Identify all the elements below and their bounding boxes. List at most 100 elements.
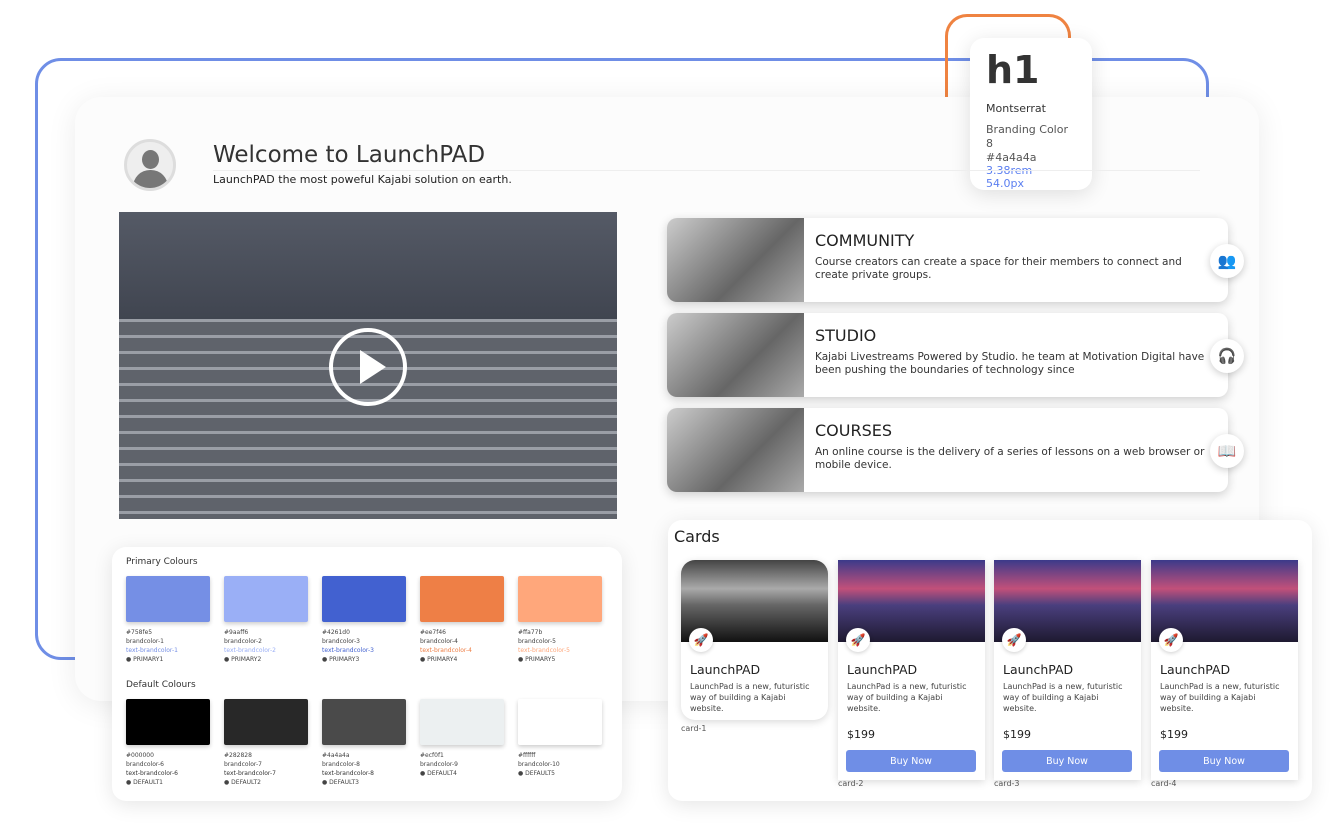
primary-colours-heading: Primary Colours: [126, 557, 198, 567]
primary-swatches: #758fe5 brandcolor-1 text-brandcolor-1 ●…: [126, 576, 608, 664]
swatch-color: [518, 699, 602, 745]
swatch-tag: ● DEFAULT1: [126, 778, 210, 787]
color-swatch: #ffffff brandcolor-10 ● DEFAULT5: [518, 699, 602, 787]
swatch-tag: ● DEFAULT3: [322, 778, 406, 787]
card-text: LaunchPad is a new, futuristic way of bu…: [1160, 682, 1280, 713]
swatch-tag-label: PRIMARY2: [231, 656, 262, 663]
swatch-tag-label: DEFAULT3: [329, 779, 359, 786]
color-hex: #4a4a4a: [986, 151, 1037, 164]
swatch-text-class: text-brandcolor-2: [224, 647, 276, 654]
info-icon: ●: [322, 656, 328, 663]
buy-now-button[interactable]: Buy Now: [1002, 750, 1132, 772]
cards-panel: Cards 🚀 LaunchPAD LaunchPad is a new, fu…: [668, 520, 1312, 801]
divider: [213, 170, 1200, 171]
card-title: LaunchPAD: [847, 662, 918, 677]
color-swatch: #000000 brandcolor-6 text-brandcolor-6 ●…: [126, 699, 210, 787]
swatch-color: [224, 576, 308, 622]
swatch-tag-label: DEFAULT2: [231, 779, 261, 786]
typography-card: h1 Montserrat Branding Color 8 #4a4a4a 3…: [970, 38, 1092, 190]
rocket-icon: 🚀: [1159, 628, 1183, 652]
default-swatches: #000000 brandcolor-6 text-brandcolor-6 ●…: [126, 699, 608, 787]
card-1[interactable]: 🚀 LaunchPAD LaunchPad is a new, futurist…: [681, 560, 828, 720]
swatch-color: [420, 699, 504, 745]
swatch-color: [126, 699, 210, 745]
people-icon: 👥: [1210, 244, 1244, 278]
swatch-tag-label: DEFAULT1: [133, 779, 163, 786]
card-2[interactable]: 🚀 LaunchPAD LaunchPad is a new, futurist…: [838, 560, 985, 780]
swatch-tag: ● DEFAULT2: [224, 778, 308, 787]
swatch-name: brandcolor-5: [518, 638, 556, 645]
swatch-text-class: text-brandcolor-5: [518, 647, 570, 654]
feature-card-studio[interactable]: STUDIO Kajabi Livestreams Powered by Stu…: [667, 313, 1244, 397]
swatch-color: [322, 576, 406, 622]
feature-card-courses[interactable]: COURSES An online course is the delivery…: [667, 408, 1244, 492]
card-4[interactable]: 🚀 LaunchPAD LaunchPad is a new, futurist…: [1151, 560, 1298, 780]
card-text: LaunchPad is a new, futuristic way of bu…: [847, 682, 967, 713]
buy-now-button[interactable]: Buy Now: [1159, 750, 1289, 772]
swatch-name: brandcolor-7: [224, 761, 262, 768]
swatch-color: [518, 576, 602, 622]
info-icon: ●: [224, 656, 230, 663]
swatch-color: [322, 699, 406, 745]
default-colours-heading: Default Colours: [126, 680, 196, 690]
card-title: LaunchPAD: [1160, 662, 1231, 677]
card-3[interactable]: 🚀 LaunchPAD LaunchPad is a new, futurist…: [994, 560, 1141, 780]
size-px: 54.0px: [986, 177, 1024, 190]
swatch-tag: ● PRIMARY4: [420, 655, 504, 664]
rocket-icon: 🚀: [1002, 628, 1026, 652]
card-price: $199: [1160, 728, 1188, 741]
swatch-tag: ● PRIMARY5: [518, 655, 602, 664]
swatch-text-class: text-brandcolor-8: [322, 770, 374, 777]
color-swatch: #758fe5 brandcolor-1 text-brandcolor-1 ●…: [126, 576, 210, 664]
swatch-hex: #000000: [126, 752, 154, 759]
page-subtitle: LaunchPAD the most poweful Kajabi soluti…: [213, 173, 512, 186]
swatch-name: brandcolor-6: [126, 761, 164, 768]
swatch-hex: #ffa77b: [518, 629, 543, 636]
swatch-tag-label: PRIMARY1: [133, 656, 164, 663]
swatch-tag: ● DEFAULT5: [518, 769, 602, 778]
play-icon[interactable]: [329, 328, 407, 406]
info-icon: ●: [420, 770, 426, 777]
info-icon: ●: [126, 656, 132, 663]
swatch-hex: #ee7f46: [420, 629, 446, 636]
rocket-icon: 🚀: [689, 628, 713, 652]
swatch-name: brandcolor-8: [322, 761, 360, 768]
buy-now-button[interactable]: Buy Now: [846, 750, 976, 772]
feature-card-community[interactable]: COMMUNITY Course creators can create a s…: [667, 218, 1244, 302]
swatch-tag: ● PRIMARY3: [322, 655, 406, 664]
info-icon: ●: [518, 770, 524, 777]
info-icon: ●: [322, 779, 328, 786]
feature-text: An online course is the delivery of a se…: [815, 446, 1205, 471]
info-icon: ●: [518, 656, 524, 663]
card-text: LaunchPad is a new, futuristic way of bu…: [1003, 682, 1123, 713]
book-icon: 📖: [1210, 434, 1244, 468]
feature-title: COURSES: [815, 421, 893, 440]
feature-text: Kajabi Livestreams Powered by Studio. he…: [815, 351, 1205, 376]
swatch-tag: ● PRIMARY2: [224, 655, 308, 664]
color-swatch: #ffa77b brandcolor-5 text-brandcolor-5 ●…: [518, 576, 602, 664]
swatch-hex: #ecf0f1: [420, 752, 444, 759]
info-icon: ●: [224, 779, 230, 786]
color-swatch: #9aaff6 brandcolor-2 text-brandcolor-2 ●…: [224, 576, 308, 664]
color-swatch: #282828 brandcolor-7 text-brandcolor-7 ●…: [224, 699, 308, 787]
swatch-hex: #282828: [224, 752, 252, 759]
avatar[interactable]: [124, 139, 176, 191]
swatch-text-class: text-brandcolor-3: [322, 647, 374, 654]
feature-image: [667, 218, 804, 302]
swatch-name: brandcolor-9: [420, 761, 458, 768]
rocket-icon: 🚀: [846, 628, 870, 652]
swatch-tag-label: DEFAULT5: [525, 770, 555, 777]
feature-image: [667, 313, 804, 397]
color-palette-panel: Primary Colours #758fe5 brandcolor-1 tex…: [112, 547, 622, 801]
swatch-text-class: text-brandcolor-4: [420, 647, 472, 654]
swatch-hex: #ffffff: [518, 752, 536, 759]
card-label: card-1: [681, 724, 707, 733]
headset-icon: 🎧: [1210, 339, 1244, 373]
swatch-tag: ● DEFAULT4: [420, 769, 504, 778]
color-swatch: #4a4a4a brandcolor-8 text-brandcolor-8 ●…: [322, 699, 406, 787]
card-title: LaunchPAD: [690, 662, 761, 677]
info-icon: ●: [126, 779, 132, 786]
swatch-hex: #4a4a4a: [322, 752, 350, 759]
feature-text: Course creators can create a space for t…: [815, 256, 1182, 281]
color-swatch: #ecf0f1 brandcolor-9 ● DEFAULT4: [420, 699, 504, 787]
